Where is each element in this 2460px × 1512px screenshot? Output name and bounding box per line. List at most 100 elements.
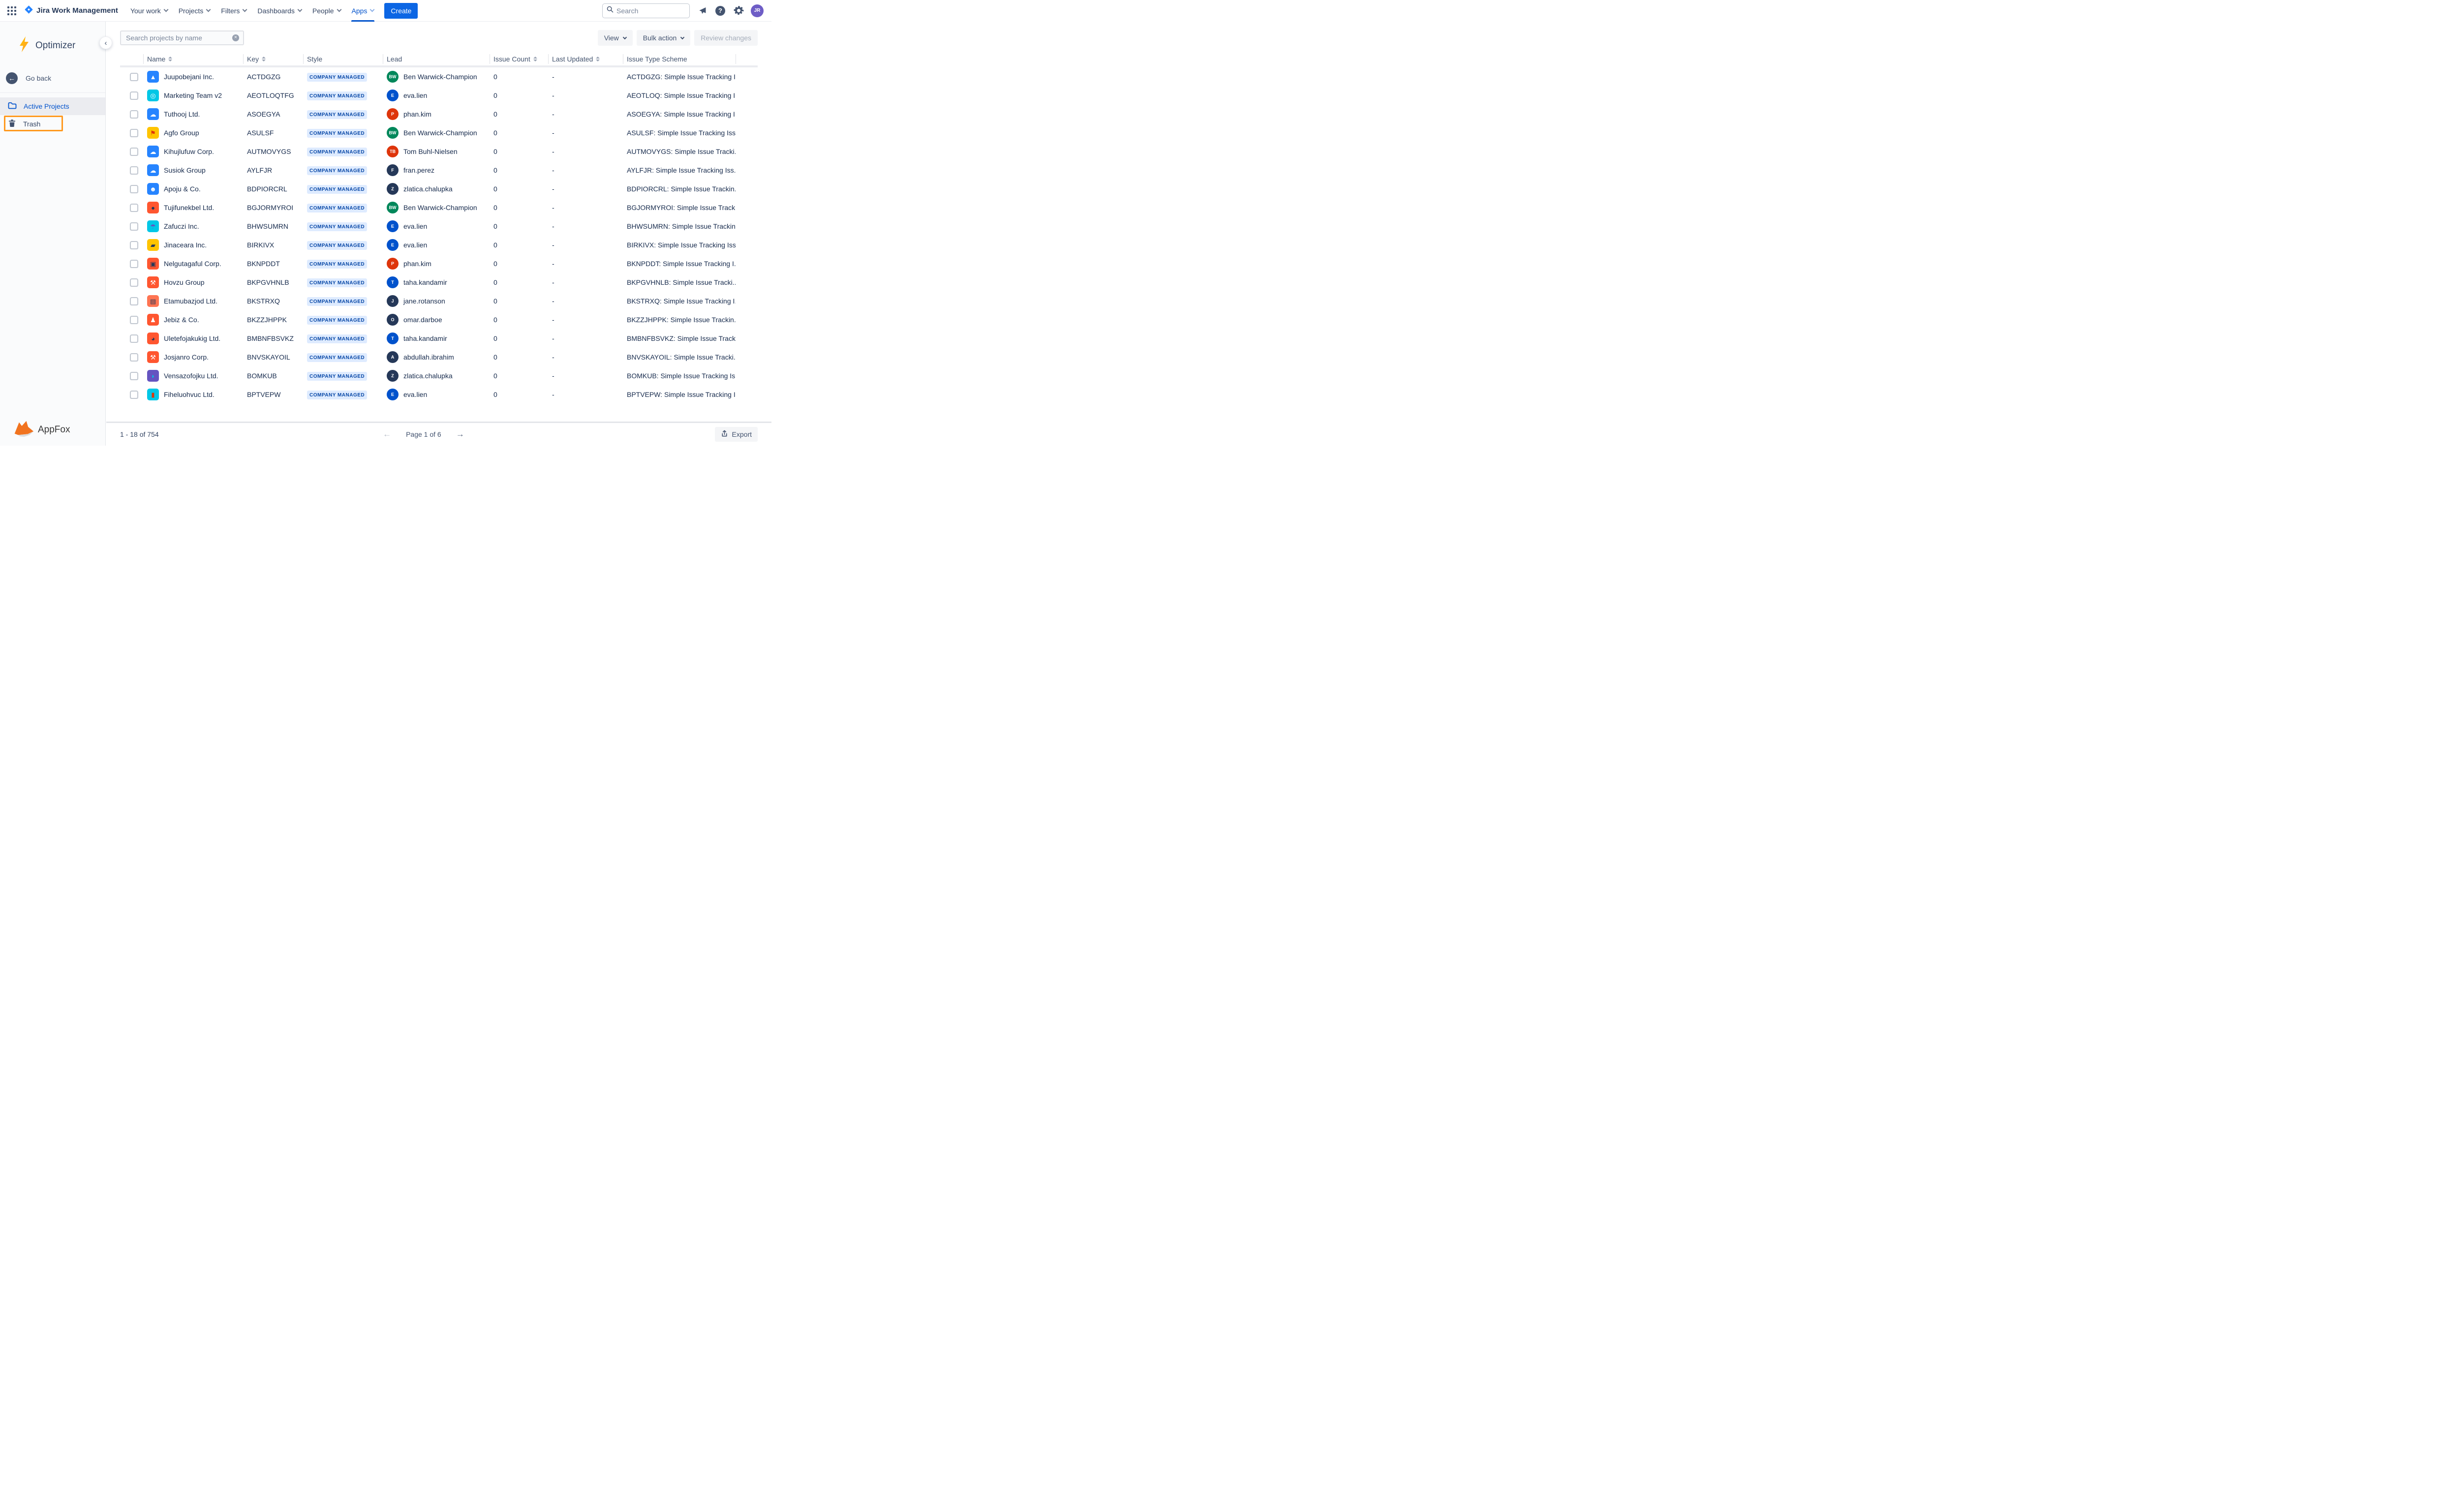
go-back-button[interactable]: ← Go back — [0, 70, 105, 86]
row-checkbox[interactable] — [130, 185, 138, 193]
row-checkbox[interactable] — [130, 391, 138, 399]
table-row[interactable]: ●Tujifunekbel Ltd.BGJORMYROICOMPANY MANA… — [120, 198, 758, 217]
column-header-key[interactable]: Key — [243, 54, 303, 64]
global-search[interactable] — [602, 3, 690, 18]
issue-count: 0 — [490, 372, 548, 380]
project-key: BKZZJHPPK — [243, 316, 303, 324]
review-changes-button[interactable]: Review changes — [694, 30, 758, 46]
row-checkbox[interactable] — [130, 241, 138, 249]
notifications-icon[interactable] — [696, 5, 708, 17]
table-row[interactable]: ◕Uletefojakukig Ltd.BMBNFBSVKZCOMPANY MA… — [120, 329, 758, 348]
clear-search-icon[interactable]: × — [232, 34, 239, 41]
issue-type-scheme: BIRKIVX: Simple Issue Tracking Iss... — [623, 241, 736, 249]
column-label: Name — [147, 55, 165, 63]
table-row[interactable]: ☁Kihujlufuw Corp.AUTMOVYGSCOMPANY MANAGE… — [120, 142, 758, 161]
issue-count: 0 — [490, 204, 548, 212]
project-search-input[interactable] — [126, 34, 229, 42]
style-badge: COMPANY MANAGED — [307, 204, 367, 212]
column-header-issue-count[interactable]: Issue Count — [490, 54, 548, 64]
sort-icon[interactable] — [533, 57, 537, 61]
row-checkbox[interactable] — [130, 148, 138, 156]
table-row[interactable]: ▣Nelgutagaful Corp.BKNPDDTCOMPANY MANAGE… — [120, 254, 758, 273]
column-header-issue-type-scheme: Issue Type Scheme — [623, 54, 736, 64]
lead-avatar: F — [387, 164, 399, 176]
export-button[interactable]: Export — [715, 427, 758, 442]
issue-type-scheme: AYLFJR: Simple Issue Tracking Iss... — [623, 166, 736, 174]
project-key: ASULSF — [243, 129, 303, 137]
sidebar-item-active-projects[interactable]: Active Projects — [0, 97, 105, 115]
row-checkbox[interactable] — [130, 334, 138, 343]
project-key: BPTVEPW — [243, 391, 303, 398]
table-row[interactable]: ◗Vensazofojku Ltd.BOMKUBCOMPANY MANAGEDZ… — [120, 366, 758, 385]
row-checkbox[interactable] — [130, 166, 138, 175]
table-row[interactable]: ☻Apoju & Co.BDPIORCRLCOMPANY MANAGEDZzla… — [120, 180, 758, 198]
lead-name: taha.kandamir — [403, 278, 447, 286]
row-checkbox[interactable] — [130, 297, 138, 305]
settings-gear-icon[interactable] — [733, 5, 744, 17]
row-checkbox[interactable] — [130, 260, 138, 268]
nav-item-dashboards[interactable]: Dashboards — [252, 0, 307, 22]
nav-item-people[interactable]: People — [307, 0, 346, 22]
sort-icon[interactable] — [168, 57, 172, 61]
table-row[interactable]: ☂Zafuczi Inc.BHWSUMRNCOMPANY MANAGEDEeva… — [120, 217, 758, 236]
table-row[interactable]: ⚒Josjanro Corp.BNVSKAYOILCOMPANY MANAGED… — [120, 348, 758, 366]
fox-icon — [13, 420, 34, 440]
lead-avatar: BW — [387, 202, 399, 213]
project-key: BGJORMYROI — [243, 204, 303, 212]
table-row[interactable]: ◎Marketing Team v2AEOTLOQTFGCOMPANY MANA… — [120, 86, 758, 105]
project-search[interactable]: × — [120, 30, 244, 45]
row-checkbox[interactable] — [130, 372, 138, 380]
project-key: BMBNFBSVKZ — [243, 334, 303, 342]
lead-avatar: Z — [387, 183, 399, 195]
style-badge: COMPANY MANAGED — [307, 391, 367, 399]
table-row[interactable]: ⚒Hovzu GroupBKPGVHNLBCOMPANY MANAGEDTtah… — [120, 273, 758, 292]
project-name: Vensazofojku Ltd. — [164, 372, 218, 380]
sidebar-item-trash[interactable]: Trash — [0, 115, 105, 133]
row-checkbox[interactable] — [130, 110, 138, 119]
nav-item-filters[interactable]: Filters — [215, 0, 252, 22]
projects-table: NameKeyStyleLeadIssue CountLast UpdatedI… — [120, 53, 758, 404]
table-row[interactable]: ▰Jinaceara Inc.BIRKIVXCOMPANY MANAGEDEev… — [120, 236, 758, 254]
app-switcher-icon[interactable] — [6, 5, 18, 17]
nav-item-projects[interactable]: Projects — [173, 0, 216, 22]
view-button[interactable]: View — [598, 30, 633, 46]
user-avatar[interactable]: JR — [751, 4, 764, 17]
row-checkbox[interactable] — [130, 222, 138, 231]
project-name: Marketing Team v2 — [164, 91, 222, 99]
table-row[interactable]: ▤Etamubazjod Ltd.BKSTRXQCOMPANY MANAGEDJ… — [120, 292, 758, 310]
lightning-bolt-icon — [18, 36, 31, 55]
nav-item-your-work[interactable]: Your work — [125, 0, 173, 22]
row-checkbox[interactable] — [130, 353, 138, 362]
row-checkbox[interactable] — [130, 278, 138, 287]
table-row[interactable]: ▲Juupobejani Inc.ACTDGZGCOMPANY MANAGEDB… — [120, 67, 758, 86]
row-checkbox[interactable] — [130, 129, 138, 137]
next-page-arrow-icon[interactable]: → — [456, 429, 464, 439]
table-row[interactable]: ☁Tuthooj Ltd.ASOEGYACOMPANY MANAGEDPphan… — [120, 105, 758, 123]
bulk-action-button[interactable]: Bulk action — [637, 30, 690, 46]
table-row[interactable]: ▮Fiheluohvuc Ltd.BPTVEPWCOMPANY MANAGEDE… — [120, 385, 758, 404]
column-header-name[interactable]: Name — [143, 54, 243, 64]
sort-icon[interactable] — [262, 57, 266, 61]
row-checkbox[interactable] — [130, 316, 138, 324]
jira-brand[interactable]: Jira Work Management — [25, 5, 118, 16]
row-checkbox[interactable] — [130, 91, 138, 100]
lead-name: fran.perez — [403, 166, 434, 174]
row-checkbox[interactable] — [130, 73, 138, 81]
create-button[interactable]: Create — [384, 3, 418, 19]
lead-name: Ben Warwick-Champion — [403, 204, 477, 212]
table-row[interactable]: ☁Susiok GroupAYLFJRCOMPANY MANAGEDFfran.… — [120, 161, 758, 180]
help-icon[interactable]: ? — [714, 5, 726, 17]
lead-avatar: E — [387, 90, 399, 101]
table-row[interactable]: ⚑Agfo GroupASULSFCOMPANY MANAGEDBWBen Wa… — [120, 123, 758, 142]
global-search-input[interactable] — [616, 7, 685, 15]
style-badge: COMPANY MANAGED — [307, 278, 367, 287]
row-checkbox[interactable] — [130, 204, 138, 212]
table-row[interactable]: ♟Jebiz & Co.BKZZJHPPKCOMPANY MANAGEDOoma… — [120, 310, 758, 329]
nav-item-apps[interactable]: Apps — [346, 0, 380, 22]
column-header-last-updated[interactable]: Last Updated — [548, 54, 623, 64]
sort-icon[interactable] — [596, 57, 600, 61]
sidebar-collapse-button[interactable]: ‹ — [99, 36, 112, 49]
previous-page-arrow-icon[interactable]: ← — [383, 429, 391, 439]
last-updated: - — [548, 334, 623, 342]
project-key: BOMKUB — [243, 372, 303, 380]
